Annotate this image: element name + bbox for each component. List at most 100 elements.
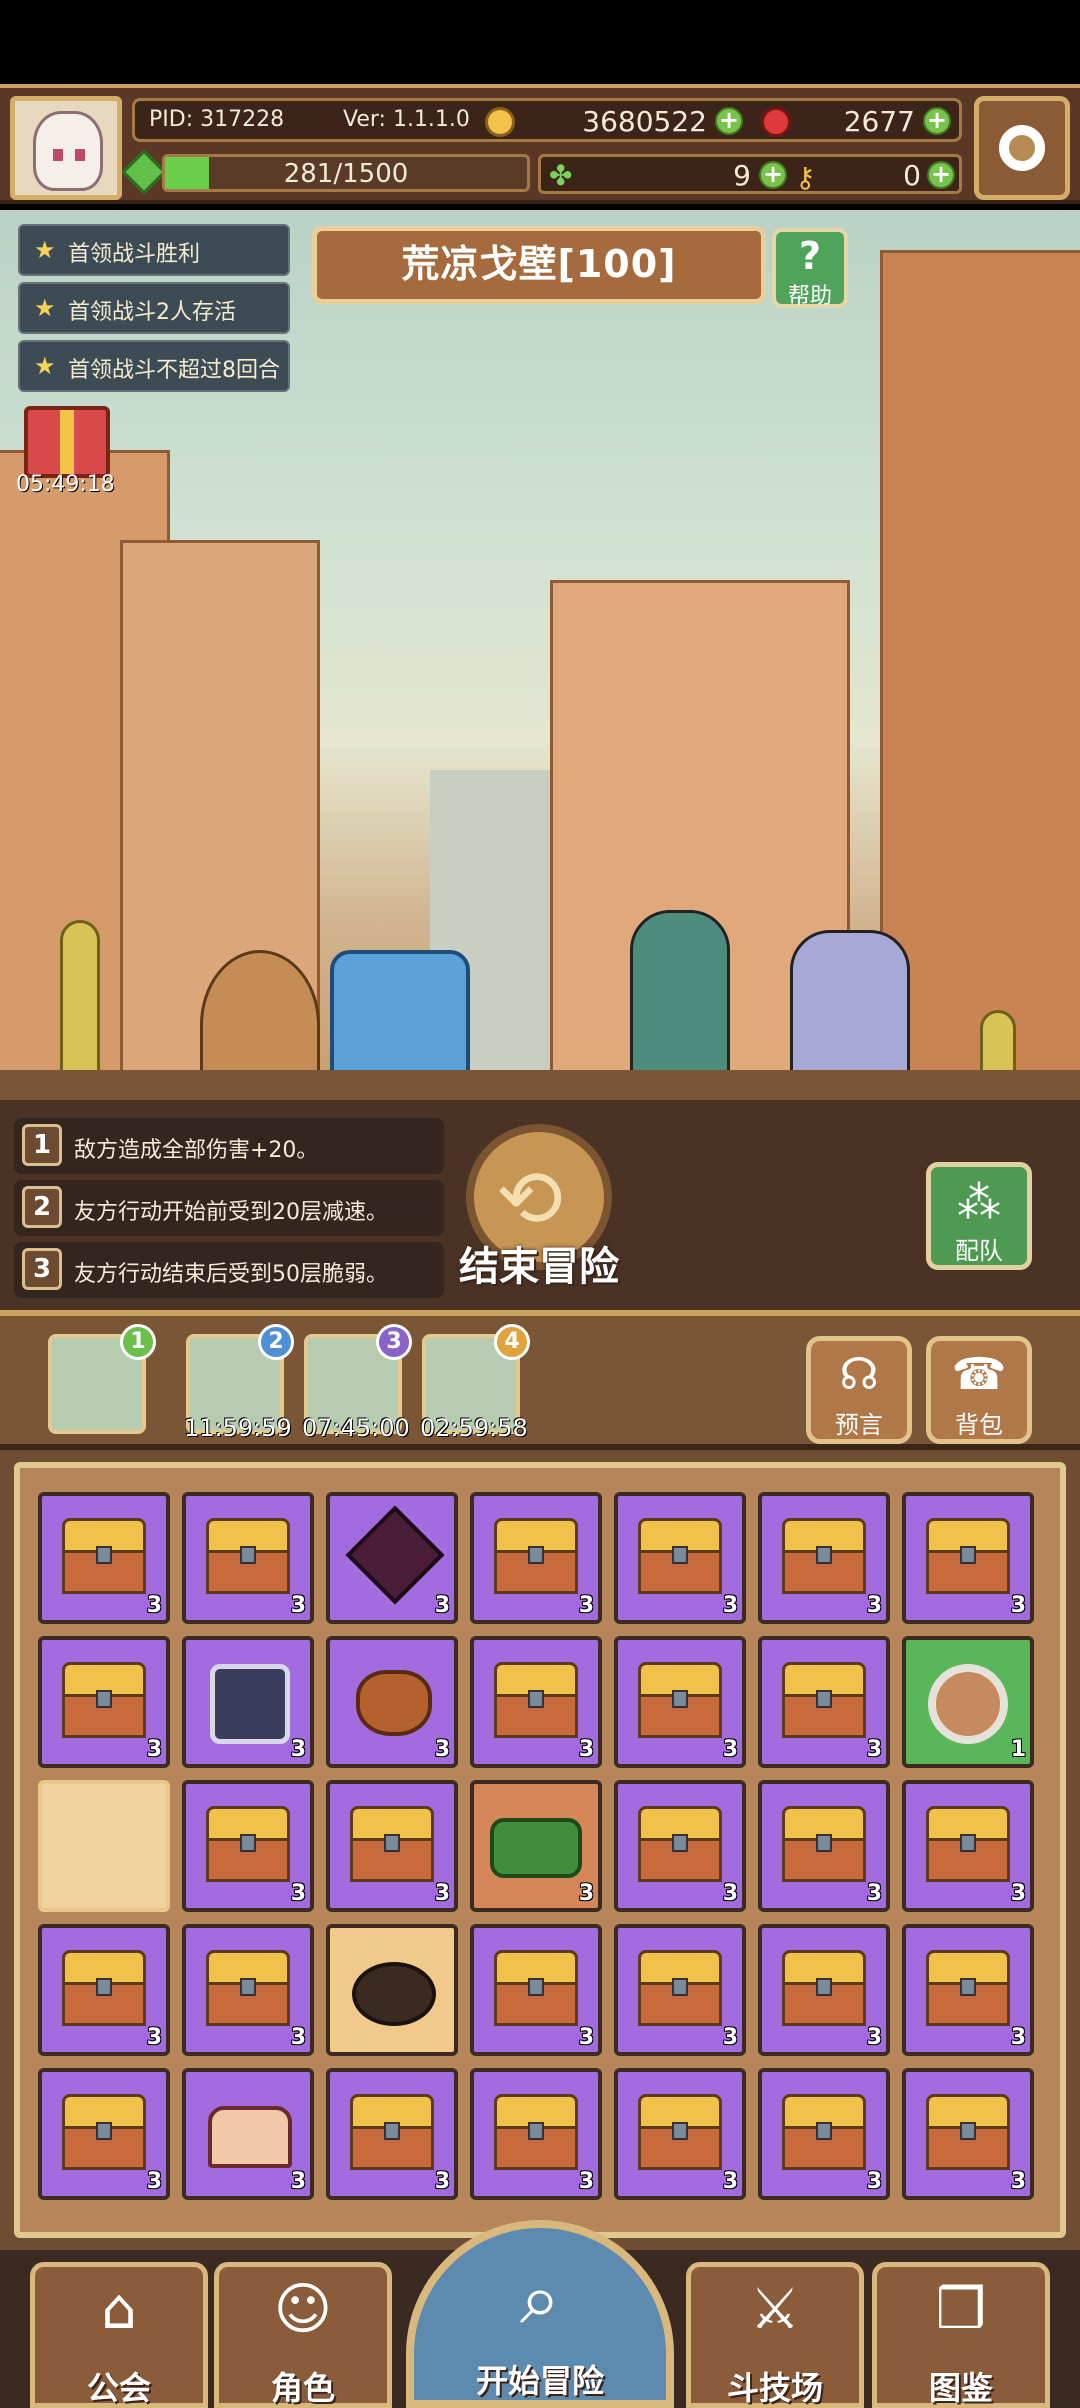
book-icon: ❒ [935,2277,987,2342]
treasure-chest-icon [782,1518,866,1594]
treasure-chest-icon [62,1518,146,1594]
stage-badge: 2 [258,1324,294,1360]
item-count: 3 [866,2169,882,2194]
rule-text: 敌方造成全部伤害+20。 [74,1138,319,1163]
inventory-slot[interactable]: 3 [902,1780,1034,1912]
inventory-slot[interactable]: 1 [902,1636,1034,1768]
help-label: 帮助 [787,284,832,309]
item-count: 3 [434,1737,450,1762]
inventory-slot[interactable]: 3 [182,1636,314,1768]
nav-label: 图鉴 [928,2369,993,2407]
backpack-label: 背包 [955,1411,1003,1439]
nav-character[interactable]: ☺ 角色 [214,2262,392,2408]
treasure-chest-icon [350,1806,434,1882]
inventory-slot[interactable]: 3 [38,1492,170,1624]
item-count: 3 [146,1593,162,1618]
cauldron-icon [352,1962,436,2026]
inventory-slot[interactable]: 3 [182,1780,314,1912]
inventory-slot[interactable]: 3 [758,2068,890,2200]
item-count: 3 [146,2169,162,2194]
inventory-slot[interactable]: 3 [614,1780,746,1912]
game-version: Ver: 1.1.1.0 [343,107,470,132]
nav-label: 角色 [270,2369,335,2407]
inventory-slot[interactable]: 3 [470,1492,602,1624]
inventory-slot[interactable]: 3 [902,1924,1034,2056]
stage-slot-1[interactable]: 1 [48,1324,156,1434]
add-gold-button[interactable]: + [715,107,743,135]
inventory-slot[interactable]: 3 [470,1636,602,1768]
item-count: 3 [578,2169,594,2194]
inventory-slot[interactable]: 3 [38,2068,170,2200]
inventory-slot[interactable] [326,1924,458,2056]
add-gem-button[interactable]: + [923,107,951,135]
inventory-slot[interactable]: 3 [758,1636,890,1768]
inventory-slot[interactable]: 3 [902,2068,1034,2200]
treasure-chest-icon [494,1518,578,1594]
inventory-slot[interactable]: 3 [470,2068,602,2200]
player-avatar[interactable] [10,96,122,200]
treasure-chest-icon [62,1950,146,2026]
item-count: 3 [290,1881,306,1906]
hero-bunny-girl[interactable] [630,910,730,1080]
dark-gem-icon [345,1505,445,1605]
settings-button[interactable] [974,96,1070,200]
treasure-chest-icon [926,1806,1010,1882]
quest-item: ★ 首领战斗胜利 [18,224,290,276]
item-count: 3 [290,1737,306,1762]
inventory-slot[interactable]: 3 [326,1780,458,1912]
gold-amount: 3680522 [582,105,707,138]
nav-arena[interactable]: ⚔ 斗技场 [686,2262,864,2408]
item-count: 3 [578,2025,594,2050]
key-icon: ⚷ [795,161,816,194]
inventory-slot[interactable]: 3 [38,1636,170,1768]
inventory-slot[interactable]: 3 [614,1492,746,1624]
blue-slime-enemy[interactable] [330,950,470,1090]
inventory-slot[interactable]: 3 [326,1636,458,1768]
key-amount: 0 [903,159,921,192]
team-setup-button[interactable]: ⁂ 配队 [926,1162,1032,1270]
end-adventure-button[interactable]: ⟲ 结束冒险 [452,1124,622,1294]
prophecy-button[interactable]: ☊ 预言 [806,1336,912,1444]
stage-title: 荒凉戈壁[100] [312,226,766,304]
inventory-slot[interactable]: 3 [902,1492,1034,1624]
item-count: 3 [578,1881,594,1906]
rule-number: 1 [22,1124,62,1166]
inventory-slot-empty[interactable] [38,1780,170,1912]
hero-cat-mage[interactable] [790,930,910,1090]
inventory-slot[interactable]: 3 [182,1492,314,1624]
item-count: 3 [146,1737,162,1762]
inventory-slot[interactable]: 3 [614,1636,746,1768]
shield-icon [928,1664,1008,1744]
inventory-slot[interactable]: 3 [758,1492,890,1624]
inventory-slot[interactable]: 3 [182,1924,314,2056]
item-count: 3 [866,2025,882,2050]
treasure-chest-icon [782,1806,866,1882]
inventory-slot[interactable]: 3 [182,2068,314,2200]
inventory-slot[interactable]: 3 [326,1492,458,1624]
inventory-slot[interactable]: 3 [470,1924,602,2056]
inventory-slot[interactable]: 3 [614,2068,746,2200]
inventory-slot[interactable]: 3 [758,1780,890,1912]
add-clover-button[interactable]: + [759,161,787,189]
treasure-chest-icon [638,1518,722,1594]
storage-box-icon [210,1664,290,1744]
quest-item: ★ 首领战斗不超过8回合 [18,340,290,392]
treasure-chest-icon [638,1950,722,2026]
add-key-button[interactable]: + [927,161,955,189]
item-count: 3 [866,1737,882,1762]
backpack-button[interactable]: ☎ 背包 [926,1336,1032,1444]
inventory-slot[interactable]: 3 [326,2068,458,2200]
treasure-chest-icon [638,2094,722,2170]
inventory-slot[interactable]: 3 [38,1924,170,2056]
inventory-slot[interactable]: 3 [758,1924,890,2056]
inventory-slot[interactable]: 3 [470,1780,602,1912]
gift-box-button[interactable] [24,406,110,478]
item-count: 3 [866,1881,882,1906]
nav-codex[interactable]: ❒ 图鉴 [872,2262,1050,2408]
stage-badge: 4 [494,1324,530,1360]
item-count: 3 [578,1737,594,1762]
return-arrow-icon: ⟲ [496,1152,564,1245]
help-button[interactable]: ? 帮助 [772,228,848,309]
inventory-slot[interactable]: 3 [614,1924,746,2056]
nav-guild[interactable]: ⌂ 公会 [30,2262,208,2408]
